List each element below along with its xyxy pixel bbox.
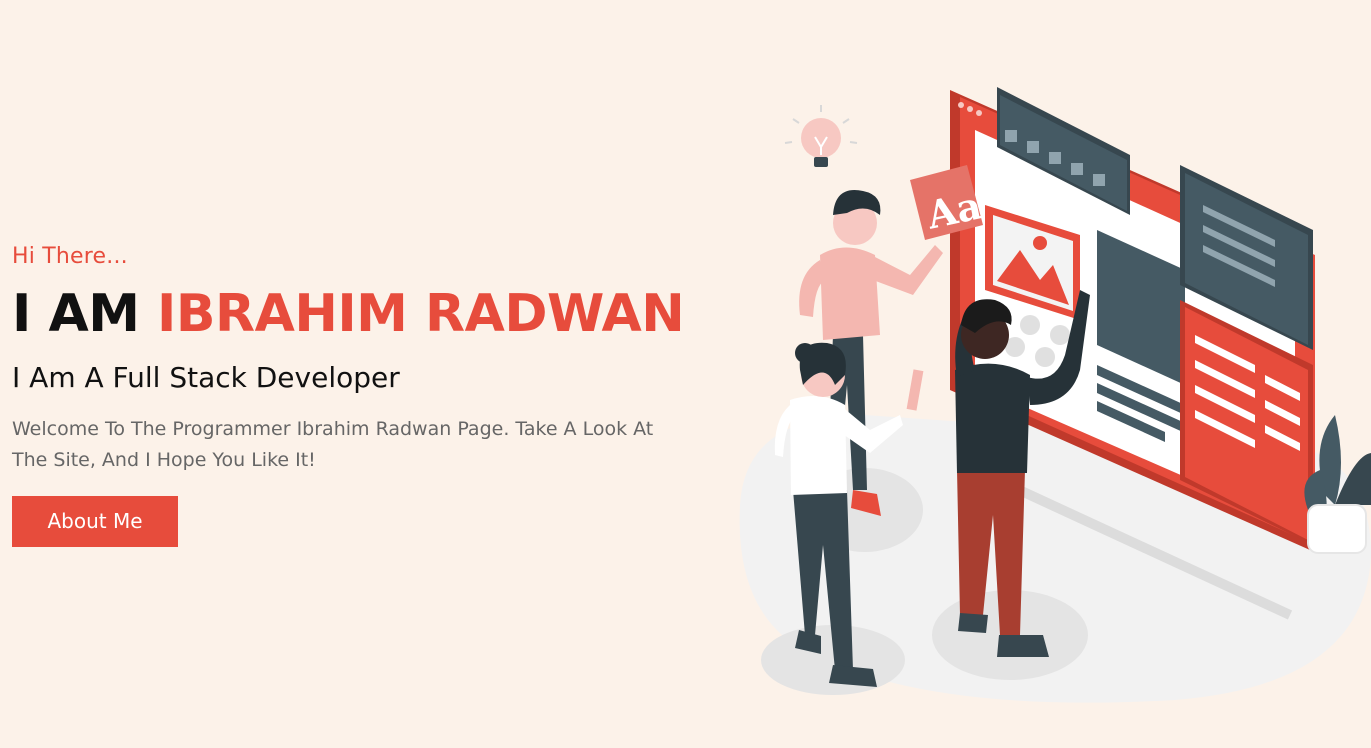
description: Welcome To The Programmer Ibrahim Radwan… (12, 418, 654, 471)
about-me-button[interactable]: About Me (12, 496, 178, 547)
lightbulb-icon (784, 105, 858, 167)
hero-section: Hi There... I AM IBRAHIM RADWAN I Am A F… (12, 240, 692, 547)
headline-name: IBRAHIM RADWAN (157, 284, 685, 344)
greeting: Hi There... (12, 244, 128, 269)
developers-illustration: Aa (739, 87, 1371, 703)
subtitle: I Am A Full Stack Developer (12, 361, 400, 394)
headline-prefix: I AM (12, 284, 158, 344)
page-title: I AM IBRAHIM RADWAN (12, 282, 692, 346)
